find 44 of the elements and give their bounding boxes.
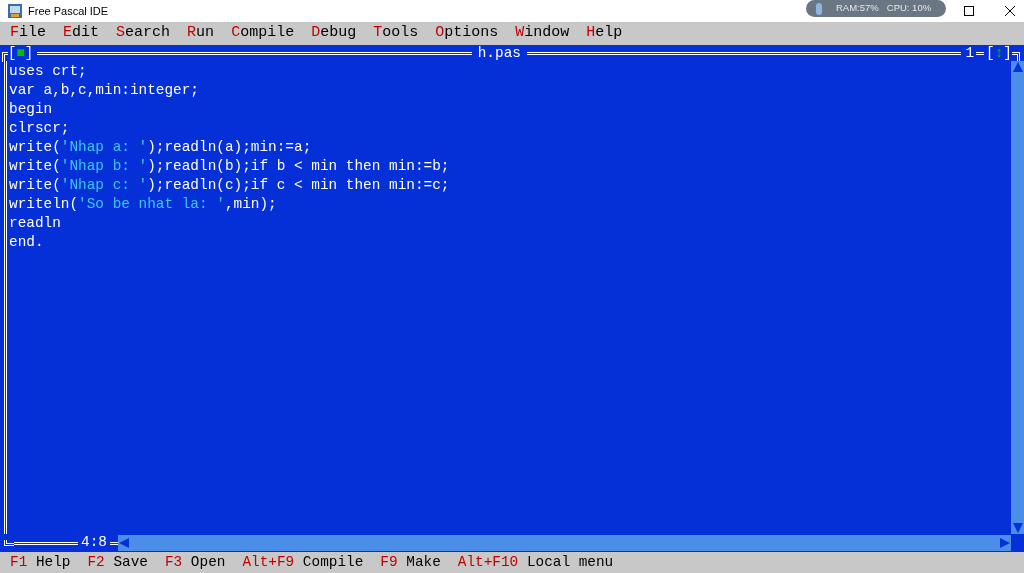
editor-title: h.pas: [476, 45, 522, 61]
menu-item[interactable]: Run: [187, 22, 215, 45]
code-line: clrscr;: [9, 119, 71, 138]
app-icon: [8, 4, 22, 18]
window-title: Free Pascal IDE: [28, 3, 109, 19]
ram-usage: RAM:57%: [836, 1, 879, 16]
status-shortcut[interactable]: Alt+F10 Local menu: [457, 551, 614, 573]
status-shortcut[interactable]: F2 Save: [87, 551, 148, 573]
scroll-right-icon[interactable]: [999, 538, 1011, 548]
menu-item[interactable]: Help: [586, 22, 623, 45]
code-line: readln: [9, 214, 62, 233]
menu-item[interactable]: Tools: [373, 22, 419, 45]
maximize-icon[interactable]: [964, 6, 974, 16]
cpu-usage: CPU: 10%: [886, 1, 932, 16]
vertical-scrollbar[interactable]: [1011, 61, 1024, 534]
code-line: write('Nhap a: ');readln(a);min:=a;: [9, 138, 313, 157]
code-line: uses crt;: [9, 62, 88, 81]
status-shortcut[interactable]: Alt+F9 Compile: [242, 551, 364, 573]
code-line: write('Nhap b: ');readln(b);if b < min then min:=b;: [9, 157, 451, 176]
cursor-position: 4:8: [80, 533, 108, 553]
zoom-button[interactable]: [↕]: [986, 45, 1012, 61]
status-shortcut[interactable]: F1 Help: [10, 551, 71, 573]
scroll-left-icon[interactable]: [117, 538, 130, 548]
code-line: writeln('So be nhat la: ',min);: [9, 195, 278, 214]
status-shortcut[interactable]: F3 Open: [164, 551, 226, 573]
horizontal-scrollbar[interactable]: [117, 535, 1011, 551]
window-number: 1: [965, 45, 975, 61]
menu-item[interactable]: Options: [435, 22, 499, 45]
microphone-icon: [816, 2, 822, 15]
status-shortcut[interactable]: F9 Make: [380, 551, 441, 573]
code-line: var a,b,c,min:integer;: [9, 81, 200, 100]
close-window-button[interactable]: [■]: [8, 46, 34, 60]
menu-item[interactable]: Edit: [63, 22, 100, 45]
code-line: write('Nhap c: ');readln(c);if c < min then min:=c;: [9, 176, 451, 195]
menu-item[interactable]: Window: [515, 22, 570, 45]
scroll-down-icon[interactable]: [1012, 522, 1023, 534]
menu-item[interactable]: Debug: [311, 22, 357, 45]
close-icon[interactable]: [1005, 6, 1015, 16]
code-line: begin: [9, 100, 54, 119]
menu-item[interactable]: Search: [116, 22, 171, 45]
menu-item[interactable]: Compile: [231, 22, 295, 45]
code-line: end.: [9, 233, 45, 252]
scroll-up-icon[interactable]: [1012, 61, 1023, 73]
menu-item[interactable]: File: [10, 22, 47, 45]
